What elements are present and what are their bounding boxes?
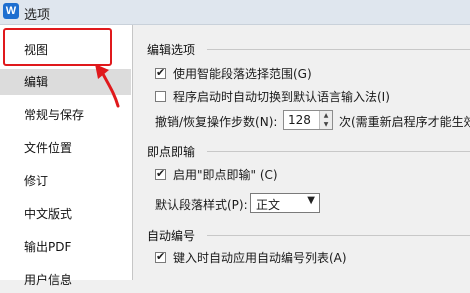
sidebar-item-output-pdf[interactable]: 输出PDF [0,234,131,260]
section-title-edit-options: 编辑选项 [147,43,196,57]
default-style-value: 正文 [256,198,281,212]
highlight-box [3,28,112,66]
smart-paragraph-checkbox[interactable]: ✔ [155,66,166,79]
default-style-select[interactable]: 正文 ▼ [250,193,320,213]
chevron-down-icon[interactable]: ▼ [307,195,315,206]
window-title: 选项 [24,8,51,23]
smart-paragraph-label: 使用智能段落选择范围(G) [173,67,312,81]
section-divider [207,235,470,236]
section-divider [207,49,470,50]
sidebar-item-user-info[interactable]: 用户信息 [0,267,131,293]
undo-steps-note: 次(需重新启程序才能生效 [339,115,470,129]
section-title-click-type: 即点即输 [147,145,196,159]
spin-down-icon[interactable]: ▼ [320,120,332,129]
spinner-buttons: ▲ ▼ [319,111,332,129]
checkmark-icon: ✔ [156,167,166,180]
checkmark-icon: ✔ [156,250,166,263]
sidebar-item-revision[interactable]: 修订 [0,168,131,194]
click-type-checkbox[interactable]: ✔ [155,167,166,180]
sidebar-item-chinese-layout[interactable]: 中文版式 [0,201,131,227]
auto-list-checkbox[interactable]: ✔ [155,250,166,263]
undo-steps-label: 撤销/恢复操作步数(N): [155,115,278,129]
title-bar: W 选项 [0,0,470,25]
wps-logo-icon: W [3,3,19,19]
default-style-label: 默认段落样式(P): [155,198,248,212]
section-title-auto-number: 自动编号 [147,229,196,243]
click-type-label: 启用"即点即输" (C) [173,168,278,182]
undo-steps-value[interactable]: 128 [288,113,311,127]
section-divider [207,151,470,152]
auto-list-label: 键入时自动应用自动编号列表(A) [173,251,347,265]
auto-ime-label: 程序启动时自动切换到默认语言输入法(I) [173,90,390,104]
annotation-arrow-icon [95,64,120,108]
sidebar-item-file-location[interactable]: 文件位置 [0,135,131,161]
undo-steps-spinner[interactable]: 128 ▲ ▼ [283,110,333,130]
auto-ime-checkbox[interactable] [155,91,166,102]
checkmark-icon: ✔ [156,66,166,79]
options-content: 编辑选项 ✔ 使用智能段落选择范围(G) 程序启动时自动切换到默认语言输入法(I… [133,25,470,280]
